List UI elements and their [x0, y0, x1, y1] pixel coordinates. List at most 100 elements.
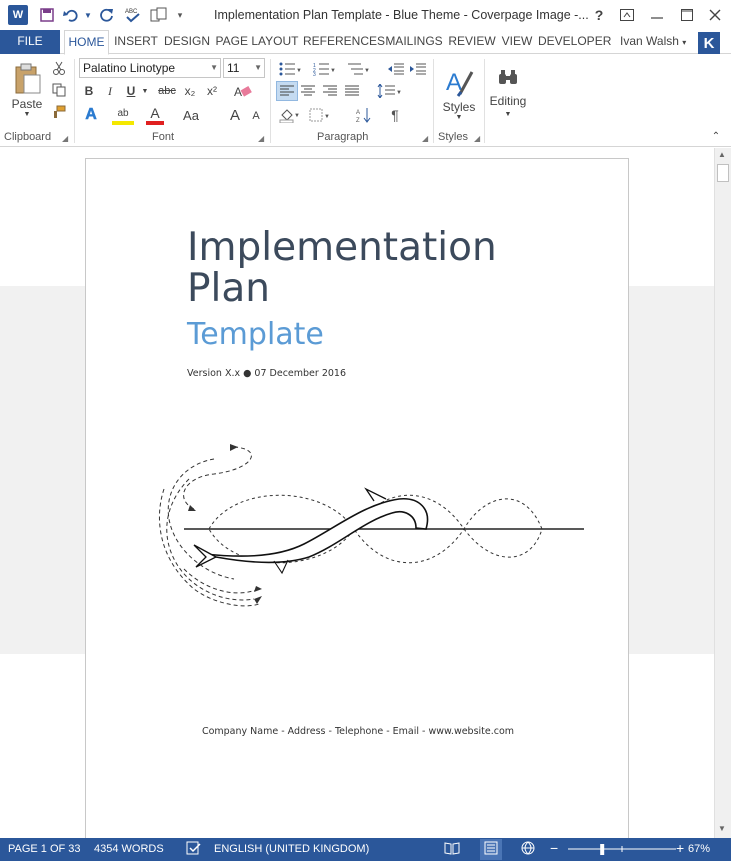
editing-button[interactable]: Editing ▼	[487, 59, 529, 127]
page-count[interactable]: PAGE 1 OF 33	[8, 843, 81, 855]
undo-dropdown-icon[interactable]: ▼	[82, 0, 94, 30]
zoom-level[interactable]: 67%	[688, 843, 710, 855]
italic-button[interactable]: I	[101, 82, 119, 100]
font-launcher-icon[interactable]: ◢	[258, 134, 264, 143]
justify-button[interactable]	[342, 81, 362, 101]
web-layout-icon[interactable]	[520, 841, 536, 858]
font-name-combo[interactable]: Palatino Linotype ▼	[79, 58, 221, 78]
show-formatting-marks-button[interactable]: ¶	[386, 105, 404, 125]
text-highlight-button[interactable]: ab	[112, 105, 134, 125]
align-right-button[interactable]	[320, 81, 340, 101]
minimize-icon[interactable]	[642, 0, 672, 30]
vertical-scrollbar[interactable]: ▲ ▼	[714, 148, 731, 838]
superscript-button[interactable]: x²	[202, 82, 222, 100]
numbering-icon[interactable]: 1 2 3 ▼	[310, 59, 338, 79]
page-title: Implementation Plan	[187, 225, 497, 311]
help-button[interactable]: ?	[584, 0, 614, 30]
tab-insert[interactable]: INSERT	[113, 30, 159, 54]
paragraph-launcher-icon[interactable]: ◢	[422, 134, 428, 143]
proofing-icon[interactable]	[186, 841, 202, 858]
grow-font-button[interactable]: A	[226, 105, 244, 125]
paragraph-group-label: Paragraph	[317, 131, 369, 143]
styles-launcher-icon[interactable]: ◢	[474, 134, 480, 143]
print-layout-icon[interactable]	[146, 0, 172, 30]
version-date-line: Version X.x ● 07 December 2016	[187, 368, 346, 379]
avatar[interactable]: K	[698, 32, 720, 54]
increase-indent-icon[interactable]	[408, 59, 428, 79]
subscript-button[interactable]: x₂	[180, 82, 200, 100]
ribbon-home: Paste ▼ Clipboard ◢ Palatino Linotype ▼ 1…	[0, 55, 731, 147]
font-size-dropdown-icon: ▼	[254, 63, 262, 72]
sort-icon[interactable]: AZ	[354, 105, 374, 125]
tab-review[interactable]: REVIEW	[448, 30, 496, 54]
divider	[484, 59, 485, 143]
align-center-button[interactable]	[298, 81, 318, 101]
zoom-out-icon[interactable]: −	[550, 840, 558, 856]
language-indicator[interactable]: ENGLISH (UNITED KINGDOM)	[214, 843, 369, 855]
print-layout-view-icon[interactable]	[480, 839, 502, 860]
tab-file[interactable]: FILE	[0, 30, 60, 54]
font-name-value: Palatino Linotype	[83, 61, 176, 75]
collapse-ribbon-icon[interactable]: ⌃	[708, 129, 724, 143]
tab-view[interactable]: VIEW	[500, 30, 534, 54]
bold-button[interactable]: B	[80, 82, 98, 100]
styles-group-label: Styles	[438, 131, 468, 143]
zoom-in-icon[interactable]: +	[676, 840, 684, 856]
document-page[interactable]: Implementation Plan Template Version X.x…	[85, 158, 629, 848]
divider	[74, 59, 75, 143]
user-name[interactable]: Ivan Walsh ▾	[620, 34, 686, 48]
tab-design[interactable]: DESIGN	[163, 30, 211, 54]
line-spacing-icon[interactable]: ▼	[374, 81, 404, 101]
zoom-slider[interactable]	[566, 838, 678, 861]
redo-icon[interactable]	[94, 0, 120, 30]
tab-page-layout[interactable]: PAGE LAYOUT	[215, 30, 299, 54]
scroll-thumb[interactable]	[717, 164, 729, 182]
borders-icon[interactable]: ▼	[306, 105, 334, 125]
underline-button[interactable]: U	[122, 82, 140, 100]
font-size-combo[interactable]: 11 ▼	[223, 58, 265, 78]
shrink-font-button[interactable]: A	[248, 107, 264, 125]
shading-icon[interactable]: ▼	[276, 105, 302, 125]
svg-text:A: A	[356, 110, 360, 116]
format-painter-icon[interactable]	[50, 103, 68, 121]
document-area[interactable]: Implementation Plan Template Version X.x…	[0, 148, 714, 848]
text-effects-button[interactable]: A	[80, 105, 102, 125]
multilevel-list-icon[interactable]: ▼	[344, 59, 372, 79]
underline-dropdown-icon[interactable]: ▼	[140, 82, 150, 100]
tab-developer[interactable]: DEVELOPER	[538, 30, 611, 54]
font-color-button[interactable]: A	[146, 105, 164, 125]
tab-mailings[interactable]: MAILINGS	[385, 30, 443, 54]
clear-formatting-icon[interactable]: A	[232, 82, 254, 102]
user-dropdown-icon: ▾	[682, 38, 687, 47]
tab-home[interactable]: HOME	[64, 30, 109, 55]
maximize-icon[interactable]	[672, 0, 702, 30]
undo-icon[interactable]	[60, 0, 82, 30]
read-mode-icon[interactable]	[444, 841, 460, 858]
change-case-button[interactable]: Aa	[178, 105, 204, 125]
ribbon-display-options-icon[interactable]	[612, 0, 642, 30]
close-icon[interactable]	[700, 0, 730, 30]
scroll-up-icon[interactable]: ▲	[718, 150, 726, 159]
customize-quick-access-icon[interactable]: ▾	[172, 0, 188, 30]
tab-references[interactable]: REFERENCES	[303, 30, 385, 54]
font-group-label: Font	[152, 131, 175, 143]
bullets-icon[interactable]: ▼	[276, 59, 304, 79]
styles-button[interactable]: A Styles ▼	[440, 59, 478, 127]
save-icon[interactable]	[34, 0, 60, 30]
font-name-dropdown-icon: ▼	[210, 63, 218, 72]
align-left-button[interactable]	[276, 81, 298, 101]
cut-icon[interactable]	[50, 59, 68, 77]
word-app-icon[interactable]: W	[8, 5, 28, 25]
ribbon-tabs: FILE HOME INSERT DESIGN PAGE LAYOUT REFE…	[0, 30, 731, 55]
scroll-down-icon[interactable]: ▼	[718, 824, 726, 833]
status-bar: PAGE 1 OF 33 4354 WORDS ENGLISH (UNITED …	[0, 838, 731, 861]
svg-text:Z: Z	[356, 118, 360, 123]
decrease-indent-icon[interactable]	[386, 59, 406, 79]
strikethrough-button[interactable]: abc	[156, 82, 178, 100]
zoom-slider-thumb[interactable]	[600, 844, 605, 855]
copy-icon[interactable]	[50, 81, 68, 99]
clipboard-launcher-icon[interactable]: ◢	[62, 134, 68, 143]
paste-button[interactable]: Paste ▼	[8, 59, 46, 121]
word-count[interactable]: 4354 WORDS	[94, 843, 164, 855]
spelling-icon[interactable]: ABC	[120, 0, 146, 30]
